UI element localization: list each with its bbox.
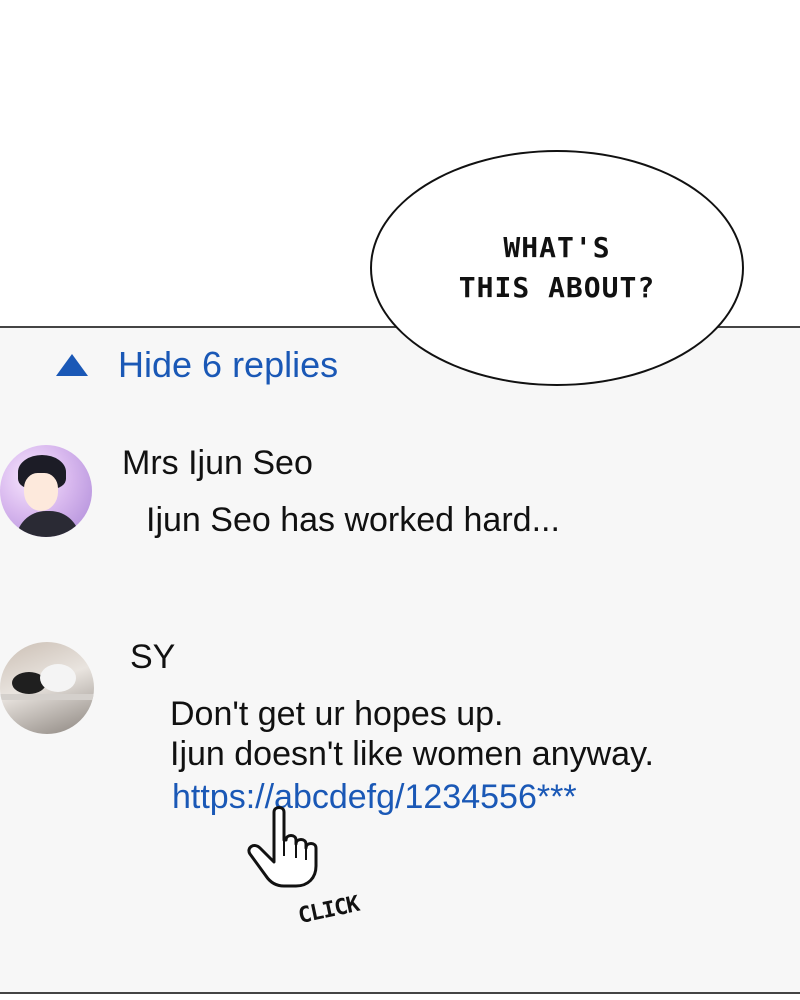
- comments-panel: [0, 326, 800, 994]
- avatar-shirt: [16, 511, 80, 537]
- avatar-shape: [40, 664, 76, 692]
- avatar-face: [24, 473, 58, 511]
- avatar-mrs-ijun-seo[interactable]: [0, 445, 92, 537]
- triangle-up-icon: [56, 354, 88, 376]
- speech-bubble-line: THIS ABOUT?: [458, 271, 656, 304]
- comment-text-line: Don't get ur hopes up.: [170, 695, 504, 733]
- speech-bubble-text: WHAT'S THIS ABOUT?: [459, 228, 655, 308]
- comment-text-line: Ijun doesn't like women anyway.: [170, 735, 655, 773]
- speech-bubble: WHAT'S THIS ABOUT?: [370, 150, 744, 386]
- comment-author[interactable]: Mrs Ijun Seo: [122, 444, 313, 483]
- comment-link[interactable]: https://abcdefg/1234556***: [172, 778, 577, 817]
- avatar-sy[interactable]: [0, 642, 94, 734]
- hide-replies-label: Hide 6 replies: [118, 344, 339, 385]
- avatar-shape: [0, 694, 94, 700]
- hide-replies-button[interactable]: Hide 6 replies: [56, 344, 338, 386]
- pointer-hand-icon: [247, 806, 318, 888]
- comment-text: Ijun Seo has worked hard...: [146, 501, 560, 539]
- speech-bubble-line: WHAT'S: [503, 231, 611, 264]
- comment-author[interactable]: SY: [130, 638, 175, 677]
- comment-text: Don't get ur hopes up. Ijun doesn't like…: [170, 694, 654, 774]
